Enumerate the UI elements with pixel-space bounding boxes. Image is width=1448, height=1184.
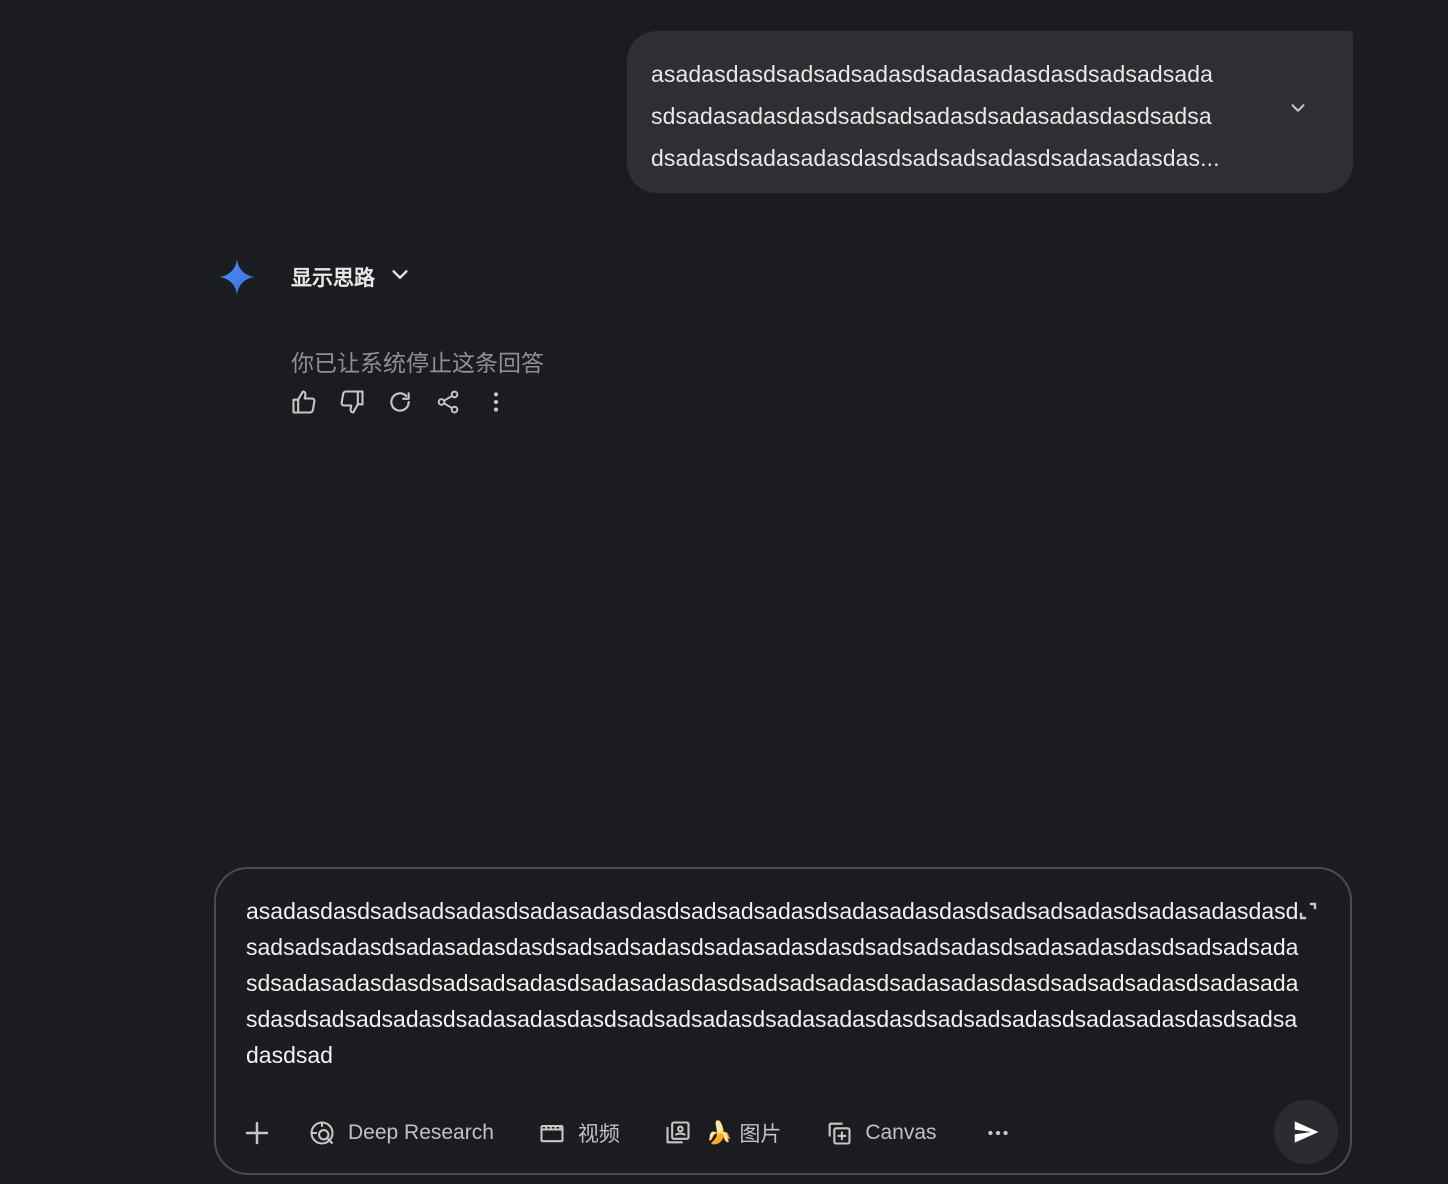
image-label: 图片 [739,1123,782,1146]
image-button[interactable]: 🍌 图片 [664,1118,781,1148]
canvas-label: Canvas [865,1121,937,1144]
image-gallery-icon [666,1121,690,1144]
show-thinking-toggle[interactable]: 显示思路 [291,262,411,292]
add-button[interactable] [242,1118,272,1148]
video-label: 视频 [577,1123,620,1146]
deep-research-label: Deep Research [348,1121,494,1144]
deep-research-button[interactable]: Deep Research [308,1119,494,1147]
user-message-line: sdsadasadasdasdsadsadsadasdsadasadasdasd… [651,103,1212,129]
expand-icon[interactable] [1298,901,1318,921]
more-horiz-icon [987,1130,1008,1136]
video-icon [540,1124,564,1143]
share-icon[interactable] [434,388,462,416]
chevron-down-icon[interactable] [1287,97,1309,119]
plus-icon [245,1121,269,1145]
chevron-down-icon [389,264,411,291]
deep-research-icon [310,1121,334,1145]
stopped-response-text: 你已让系统停止这条回答 [291,350,544,376]
user-message-line: dsadasdsadasadasdasdsadsadsadasdsadasada… [651,145,1220,171]
chat-screen: asadasdasdsadsadsadasdsadasadasdasdsadsa… [0,0,1448,1184]
thumbs-up-icon[interactable] [290,388,318,416]
banana-emoji: 🍌 [705,1120,734,1145]
composer-toolbar: Deep Research 视频 🍌 图片 Canvas [242,1113,1011,1153]
send-button[interactable] [1274,1100,1338,1164]
user-message-line: asadasdasdsadsadsadasdsadasadasdasdsadsa… [651,61,1214,87]
prompt-composer: asadasdasdsadsadsadasdsadasadasdasdsadsa… [214,867,1352,1175]
canvas-button[interactable]: Canvas [825,1119,937,1147]
redo-icon[interactable] [386,388,414,416]
gemini-sparkle-icon [219,259,255,295]
thumbs-down-icon[interactable] [338,388,366,416]
video-button[interactable]: 视频 [538,1118,620,1148]
send-icon [1294,1121,1319,1143]
more-vert-icon[interactable] [482,388,510,416]
more-tools-button[interactable] [985,1120,1011,1146]
user-message-bubble: asadasdasdsadsadsadasdsadasadasdasdsadsa… [627,31,1353,193]
prompt-input[interactable]: asadasdasdsadsadsadasdsadasadasdasdsadsa… [246,893,1306,1073]
show-thinking-label: 显示思路 [291,267,375,290]
canvas-icon [828,1122,851,1145]
response-actions [290,388,530,416]
